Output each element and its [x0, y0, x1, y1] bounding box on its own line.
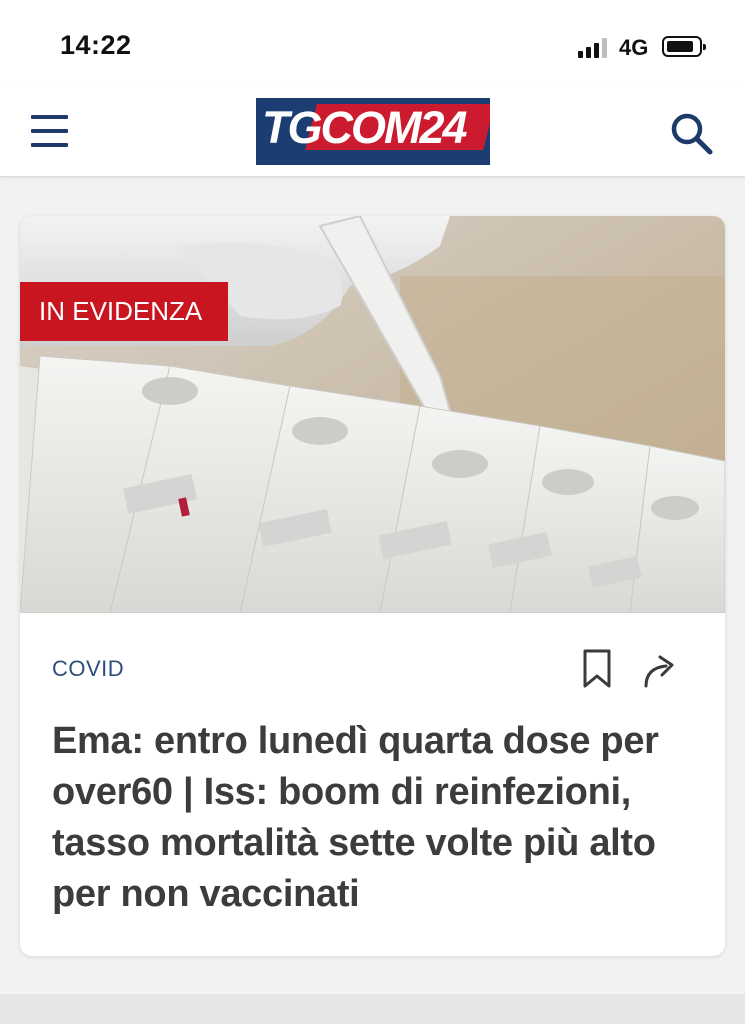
- hamburger-menu-icon[interactable]: [31, 112, 68, 150]
- app-header: TGCOM24: [0, 88, 745, 177]
- article-headline[interactable]: Ema: entro lunedì quarta dose per over60…: [52, 716, 702, 920]
- category-label[interactable]: COVID: [52, 656, 124, 682]
- bookmark-icon[interactable]: [580, 648, 614, 690]
- logo-text: TGCOM24: [262, 102, 468, 153]
- network-type: 4G: [619, 35, 649, 60]
- status-time: 14:22: [60, 30, 132, 60]
- battery-icon: [662, 36, 706, 57]
- status-bar: 14:22 4G: [0, 0, 745, 88]
- featured-badge: IN EVIDENZA: [20, 282, 229, 341]
- next-section-divider: [0, 994, 745, 1024]
- article-image[interactable]: [20, 216, 725, 613]
- article-card[interactable]: IN EVIDENZA COVID Ema: entro lunedì quar…: [20, 216, 725, 956]
- search-icon[interactable]: [668, 110, 714, 156]
- share-arrow-icon[interactable]: [640, 650, 680, 690]
- cellular-signal-icon: [578, 38, 610, 58]
- tgcom24-logo[interactable]: TGCOM24: [256, 98, 490, 165]
